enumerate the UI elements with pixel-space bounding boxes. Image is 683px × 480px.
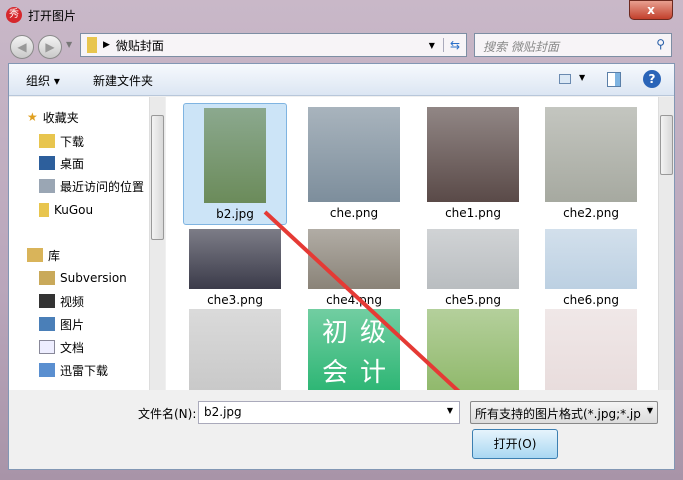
file-type-select[interactable]: 所有支持的图片格式(*.jpg;*.jp ▼ [470,401,658,424]
file-item[interactable]: che4.png [302,225,406,310]
download-folder-icon [39,134,55,148]
thumbnail-image [545,229,637,289]
library-icon [27,248,43,262]
file-name: che1.png [445,206,501,220]
pictures-icon [39,317,55,331]
download-icon [39,363,55,377]
file-name: che2.png [563,206,619,220]
file-item[interactable]: che5.png [421,225,525,310]
sidebar-item-desktop[interactable]: 桌面 [39,153,84,173]
sidebar-item-xunlei[interactable]: 迅雷下载 [39,360,108,380]
thumbnail-image [545,309,637,390]
sidebar-item-downloads[interactable]: 下载 [39,131,84,151]
view-dropdown-icon[interactable]: ▼ [579,73,585,82]
library-icon [39,271,55,285]
window-title: 打开图片 [28,9,77,23]
breadcrumb-chevron-icon: ▶ [103,40,110,50]
chevron-down-icon: ▼ [646,406,653,415]
file-name: che.png [329,206,379,220]
forward-button[interactable]: ▶ [38,35,62,59]
breadcrumb-path: 微贴封面 [115,38,164,53]
documents-icon [39,340,55,354]
sidebar-item-kugou[interactable]: KuGou [39,200,93,220]
thumbnail-image [308,229,400,289]
file-item[interactable]: che.png [302,103,406,223]
thumbnail-image [308,107,400,202]
thumbnail-image [189,309,281,390]
filename-dropdown-icon[interactable]: ▼ [447,406,453,415]
desktop-icon [39,156,55,170]
thumbnail-image [427,309,519,390]
thumbnail-text: 初级会计 [308,309,400,390]
open-button[interactable]: 打开(O) [472,429,558,459]
sidebar-item-recent[interactable]: 最近访问的位置 [39,176,144,196]
folder-icon [39,203,49,217]
file-list-scrollbar[interactable] [658,97,674,390]
video-icon [39,294,55,308]
app-icon: 秀 [6,7,22,23]
search-input[interactable]: 搜索 微贴封面 ⚲ [474,33,672,57]
file-item[interactable] [183,305,287,390]
file-list: b2.jpg che.png che1.png che2.png che3.png che… [166,97,674,390]
new-folder-button[interactable]: 新建文件夹 [93,72,153,89]
help-icon[interactable]: ? [643,70,661,88]
refresh-icon[interactable]: ⇆ [442,38,466,52]
sidebar-scrollbar[interactable] [149,97,165,390]
sidebar-item-videos[interactable]: 视频 [39,291,84,311]
file-item[interactable]: b2.jpg [183,103,287,225]
thumbnail-image [427,229,519,289]
scroll-thumb[interactable] [660,115,673,175]
recent-places-icon [39,179,55,193]
view-icon[interactable] [559,74,571,84]
file-item[interactable] [539,305,643,390]
thumbnail-image [545,107,637,202]
file-item[interactable]: che3.png [183,225,287,310]
star-icon: ★ [27,110,38,124]
folder-icon [87,37,97,53]
filename-input[interactable]: b2.jpg ▼ [198,401,460,424]
history-dropdown-icon[interactable]: ▼ [66,40,72,49]
file-item[interactable] [421,305,525,390]
preview-pane-icon[interactable] [607,72,621,87]
thumbnail-image [204,108,266,203]
back-button[interactable]: ◀ [10,35,34,59]
file-name: b2.jpg [216,207,254,221]
file-item[interactable]: 初级会计 [302,305,406,390]
filename-label: 文件名(N): [138,407,197,421]
sidebar-item-libraries[interactable]: 库 [27,245,60,265]
file-item[interactable]: che2.png [539,103,643,223]
sidebar-item-favorites[interactable]: ★ 收藏夹 [27,107,79,127]
thumbnail-image [427,107,519,202]
sidebar-item-pictures[interactable]: 图片 [39,314,84,334]
sidebar-item-documents[interactable]: 文档 [39,337,84,357]
scroll-thumb[interactable] [151,115,164,240]
file-item[interactable]: che1.png [421,103,525,223]
address-dropdown-icon[interactable]: ▼ [429,41,435,50]
close-button[interactable]: x [629,0,673,20]
navigation-pane: ★ 收藏夹 下载 桌面 最近访问的位置 KuGou 库 Subversion 视频… [9,97,165,390]
organize-button[interactable]: 组织 ▾ [26,72,60,89]
sidebar-item-subversion[interactable]: Subversion [39,268,127,288]
toolbar: 组织 ▾ 新建文件夹 ▼ ? [9,64,674,96]
file-item[interactable]: che6.png [539,225,643,310]
address-bar[interactable]: ▶ 微贴封面 ▼ ⇆ [80,33,467,57]
thumbnail-image [189,229,281,289]
search-icon: ⚲ [656,37,665,51]
